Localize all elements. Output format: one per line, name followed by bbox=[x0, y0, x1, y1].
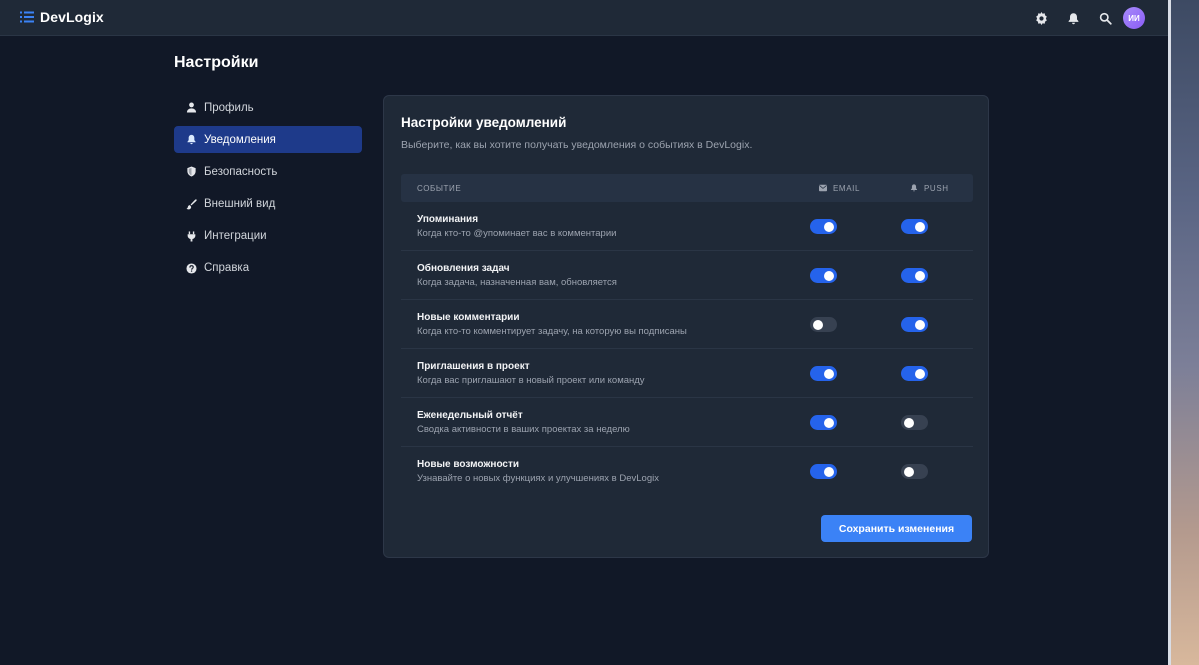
help-icon bbox=[186, 263, 197, 274]
table-row: Новые возможности Узнавайте о новых функ… bbox=[401, 447, 973, 496]
column-header-event: СОБЫТИЕ bbox=[417, 174, 461, 202]
header-actions: ИИ bbox=[1021, 6, 1145, 30]
plug-icon bbox=[186, 231, 197, 242]
event-description: Когда задача, назначенная вам, обновляет… bbox=[417, 277, 617, 288]
sidebar-item-label: Внешний вид bbox=[204, 198, 276, 211]
column-header-email: EMAIL bbox=[819, 174, 860, 202]
sidebar-item-label: Профиль bbox=[204, 101, 254, 114]
sidebar-item-label: Интеграции bbox=[204, 230, 267, 243]
event-title: Упоминания bbox=[417, 214, 479, 225]
toggle-knob bbox=[824, 417, 834, 428]
table-row: Обновления задач Когда задача, назначенн… bbox=[401, 251, 973, 300]
email-toggle[interactable] bbox=[810, 464, 837, 479]
event-title: Новые комментарии bbox=[417, 312, 520, 323]
toggle-knob bbox=[904, 466, 914, 477]
table-row: Новые комментарии Когда кто-то комментир… bbox=[401, 300, 973, 349]
sidebar-item-profile[interactable]: Профиль bbox=[174, 94, 362, 121]
notification-settings-card: Настройки уведомлений Выберите, как вы х… bbox=[383, 95, 989, 558]
user-icon bbox=[186, 102, 197, 113]
event-title: Обновления задач bbox=[417, 263, 510, 274]
toggle-knob bbox=[915, 319, 925, 330]
brand[interactable]: DevLogix bbox=[20, 9, 104, 25]
push-toggle[interactable] bbox=[901, 317, 928, 332]
push-toggle[interactable] bbox=[901, 366, 928, 381]
email-toggle[interactable] bbox=[810, 415, 837, 430]
settings-button[interactable] bbox=[1029, 6, 1053, 30]
card-description: Выберите, как вы хотите получать уведомл… bbox=[401, 139, 753, 151]
table-header: СОБЫТИЕ EMAIL PUSH bbox=[401, 174, 973, 202]
table-row: Еженедельный отчёт Сводка активности в в… bbox=[401, 398, 973, 447]
brush-icon bbox=[186, 198, 197, 210]
push-toggle[interactable] bbox=[901, 268, 928, 283]
app-name: DevLogix bbox=[40, 9, 104, 25]
email-toggle[interactable] bbox=[810, 219, 837, 234]
toggle-knob bbox=[824, 466, 834, 477]
event-description: Сводка активности в ваших проектах за не… bbox=[417, 424, 630, 435]
card-title: Настройки уведомлений bbox=[401, 115, 567, 130]
list-logo-icon bbox=[20, 11, 34, 23]
notifications-button[interactable] bbox=[1061, 6, 1085, 30]
event-title: Еженедельный отчёт bbox=[417, 410, 523, 421]
toggle-knob bbox=[915, 270, 925, 281]
app-window: DevLogix ИИ Настройки Профиль Уведомлени… bbox=[0, 0, 1168, 665]
toggle-knob bbox=[915, 368, 925, 379]
push-toggle[interactable] bbox=[901, 464, 928, 479]
sidebar-item-integrations[interactable]: Интеграции bbox=[174, 223, 362, 250]
gear-icon bbox=[1035, 11, 1047, 25]
push-toggle[interactable] bbox=[901, 219, 928, 234]
page-title: Настройки bbox=[174, 54, 259, 71]
event-description: Узнавайте о новых функциях и улучшениях … bbox=[417, 473, 659, 484]
toggle-knob bbox=[824, 368, 834, 379]
search-button[interactable] bbox=[1093, 6, 1117, 30]
sidebar-item-security[interactable]: Безопасность bbox=[174, 158, 362, 185]
table-row: Упоминания Когда кто-то @упоминает вас в… bbox=[401, 202, 973, 251]
bell-icon bbox=[1068, 12, 1078, 24]
mail-icon bbox=[819, 184, 827, 192]
sidebar-item-label: Безопасность bbox=[204, 165, 278, 178]
table-row: Приглашения в проект Когда вас приглашаю… bbox=[401, 349, 973, 398]
shield-icon bbox=[186, 166, 197, 177]
background-window-edge bbox=[1168, 0, 1199, 665]
bell-icon bbox=[910, 184, 918, 192]
settings-sidebar: Профиль Уведомления Безопасность Внешний… bbox=[174, 94, 362, 287]
bell-icon bbox=[186, 134, 197, 145]
event-title: Новые возможности bbox=[417, 459, 520, 470]
user-avatar[interactable]: ИИ bbox=[1123, 7, 1145, 29]
email-toggle[interactable] bbox=[810, 268, 837, 283]
column-header-label: EMAIL bbox=[833, 183, 861, 193]
event-title: Приглашения в проект bbox=[417, 361, 530, 372]
sidebar-item-notifications[interactable]: Уведомления bbox=[174, 126, 362, 154]
notification-table: СОБЫТИЕ EMAIL PUSH Упоминания Когда кто-… bbox=[401, 174, 973, 496]
toggle-knob bbox=[813, 319, 823, 330]
event-description: Когда кто-то @упоминает вас в комментари… bbox=[417, 228, 617, 239]
toggle-knob bbox=[904, 417, 914, 428]
sidebar-item-appearance[interactable]: Внешний вид bbox=[174, 191, 362, 218]
email-toggle[interactable] bbox=[810, 366, 837, 381]
save-changes-button[interactable]: Сохранить изменения bbox=[821, 515, 972, 542]
event-description: Когда кто-то комментирует задачу, на кот… bbox=[417, 326, 687, 337]
toggle-knob bbox=[824, 221, 834, 232]
sidebar-item-help[interactable]: Справка bbox=[174, 255, 362, 282]
sidebar-item-label: Уведомления bbox=[204, 133, 276, 146]
toggle-knob bbox=[915, 221, 925, 232]
column-header-push: PUSH bbox=[910, 174, 949, 202]
email-toggle[interactable] bbox=[810, 317, 837, 332]
event-description: Когда вас приглашают в новый проект или … bbox=[417, 375, 645, 386]
column-header-label: СОБЫТИЕ bbox=[417, 183, 462, 193]
top-bar: DevLogix ИИ bbox=[0, 0, 1168, 36]
sidebar-item-label: Справка bbox=[204, 262, 250, 275]
toggle-knob bbox=[824, 270, 834, 281]
push-toggle[interactable] bbox=[901, 415, 928, 430]
column-header-label: PUSH bbox=[924, 183, 949, 193]
search-icon bbox=[1099, 12, 1112, 25]
